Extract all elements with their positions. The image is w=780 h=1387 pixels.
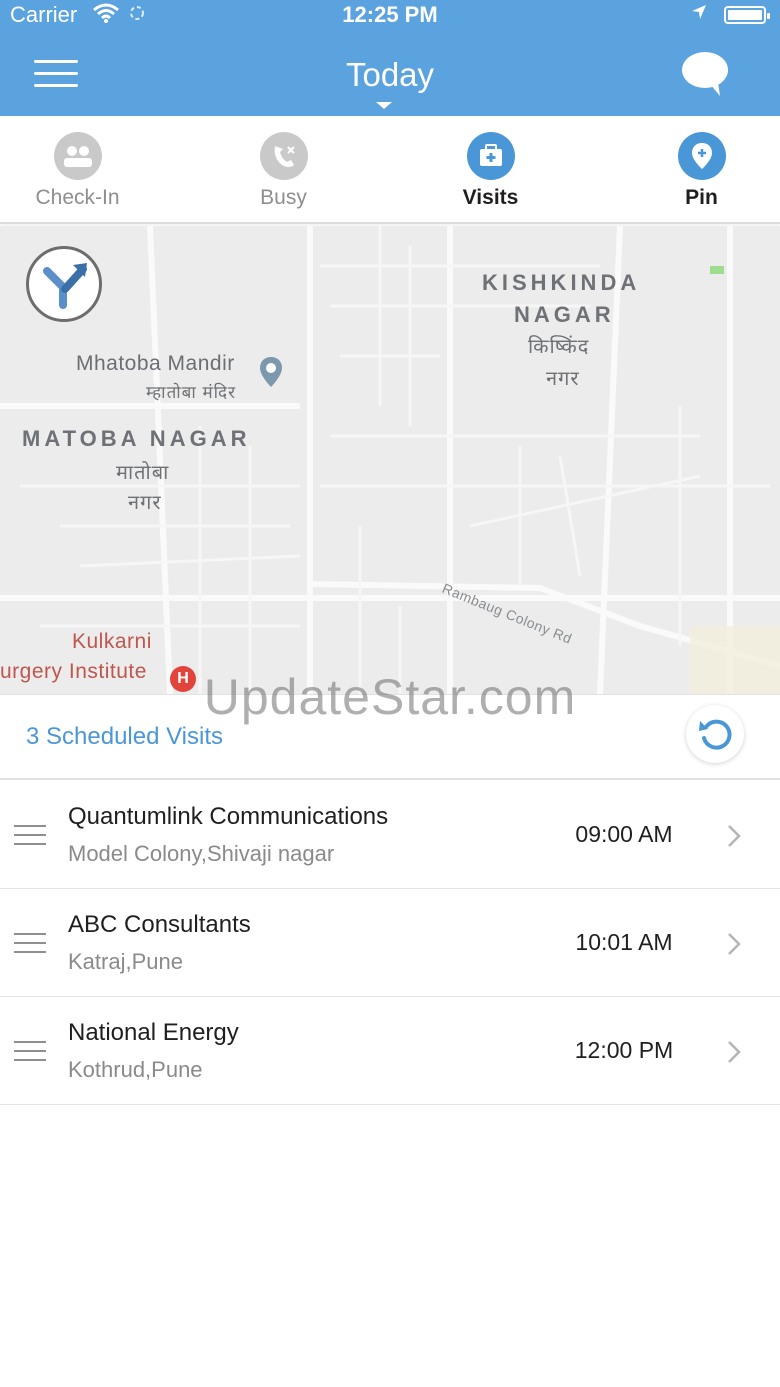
map-poi-kulkarni-institute: urgery Institute [0, 660, 147, 683]
map-label-matoba-nagar-hi: नगर [128, 492, 162, 514]
chevron-right-icon[interactable] [726, 823, 742, 849]
check-in-icon [53, 132, 102, 180]
visit-row[interactable]: ABC Consultants Katraj,Pune 10:01 AM [0, 889, 780, 997]
visit-row[interactable]: Quantumlink Communications Model Colony,… [0, 781, 780, 889]
status-bar: Carrier 12:25 PM [0, 0, 780, 32]
drag-handle-icon[interactable] [14, 1041, 46, 1063]
map-label-matoba-hi: मातोबा [116, 462, 170, 484]
tab-visits[interactable]: Visits [393, 116, 588, 224]
map-poi-mhatoba-hi: म्हातोबा मंदिर [146, 383, 237, 402]
action-tab-bar: Check-In Busy Visits Pin [0, 116, 780, 224]
map-poi-kulkarni: Kulkarni [72, 630, 152, 653]
visit-time: 09:00 AM [575, 821, 673, 847]
directions-icon[interactable] [26, 246, 102, 322]
busy-phone-icon [259, 132, 308, 180]
hospital-icon[interactable]: H [170, 666, 196, 692]
chevron-down-icon[interactable] [376, 102, 392, 109]
pin-icon [677, 132, 726, 180]
refresh-icon[interactable] [686, 705, 744, 763]
visit-address: Kothrud,Pune [68, 1057, 203, 1082]
battery-icon [724, 6, 770, 24]
tab-check-in[interactable]: Check-In [0, 116, 175, 224]
drag-handle-icon[interactable] [14, 933, 46, 955]
map-label-kishkinda-nagar-hi: नगर [546, 368, 580, 390]
tab-pin-label: Pin [685, 186, 718, 209]
visit-name: National Energy [68, 1019, 239, 1046]
chevron-right-icon[interactable] [726, 931, 742, 957]
page-title[interactable]: Today [0, 56, 780, 94]
app-header: Carrier 12:25 PM Today [0, 0, 780, 116]
temple-poi-icon[interactable] [258, 356, 284, 388]
map-label-matoba-nagar: MATOBA NAGAR [22, 426, 251, 451]
chevron-right-icon[interactable] [726, 1039, 742, 1065]
tab-visits-label: Visits [462, 186, 519, 209]
visit-name: Quantumlink Communications [68, 803, 389, 830]
visit-address: Model Colony,Shivaji nagar [68, 841, 335, 866]
visit-time: 12:00 PM [574, 1037, 674, 1063]
scheduled-visits-bar: 3 Scheduled Visits [0, 694, 780, 780]
chat-bubble-icon[interactable] [680, 50, 730, 98]
visit-name: ABC Consultants [68, 911, 251, 938]
visit-time: 10:01 AM [575, 929, 673, 955]
drag-handle-icon[interactable] [14, 825, 46, 847]
location-arrow-icon [690, 3, 708, 26]
map-view[interactable]: KISHKINDA NAGAR किष्किंद नगर Mhatoba Man… [0, 226, 780, 694]
visit-address: Katraj,Pune [68, 949, 183, 974]
map-label-kishkinda-hi: किष्किंद [528, 336, 590, 358]
scheduled-visits-count[interactable]: 3 Scheduled Visits [26, 723, 223, 751]
visit-row[interactable]: National Energy Kothrud,Pune 12:00 PM [0, 997, 780, 1105]
tab-busy[interactable]: Busy [186, 116, 381, 224]
map-poi-mhatoba: Mhatoba Mandir [76, 352, 235, 375]
visits-briefcase-icon [466, 132, 515, 180]
map-label-kishkinda-nagar: NAGAR [514, 302, 615, 327]
map-label-kishkinda: KISHKINDA [482, 270, 641, 295]
tab-busy-label: Busy [260, 186, 307, 209]
status-time: 12:25 PM [342, 2, 438, 27]
tab-pin[interactable]: Pin [604, 116, 780, 224]
tab-check-in-label: Check-In [35, 186, 120, 209]
